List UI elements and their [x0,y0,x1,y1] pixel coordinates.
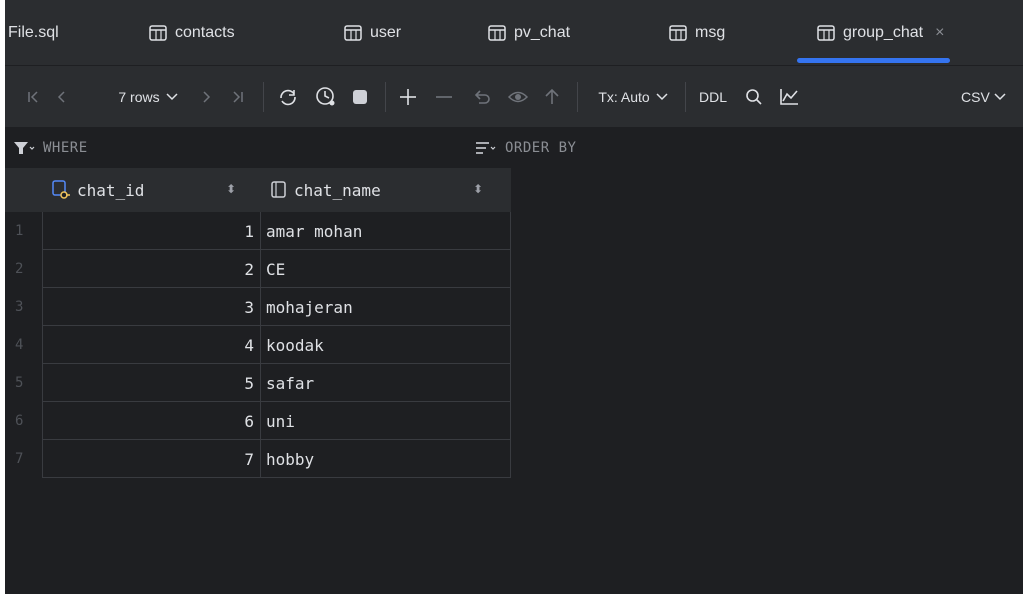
column-header-chat-name[interactable]: chat_name [270,168,381,212]
rows-count-label: 7 rows [118,89,160,105]
toolbar-separator [685,82,686,112]
grid-header: chat_id ⬍ chat_name ⬍ [5,168,511,212]
table-row[interactable]: 6 6 uni [5,402,511,440]
column-name: chat_id [77,180,145,200]
cell-chat-name[interactable]: koodak [261,326,511,364]
search-icon[interactable] [739,66,769,128]
export-format-label: CSV [961,89,990,105]
filter-icon [14,142,35,154]
cell-chat-id[interactable]: 3 [43,288,261,326]
cell-chat-id[interactable]: 4 [43,326,261,364]
chevron-down-icon [994,93,1006,101]
order-by-label: ORDER BY [505,140,577,156]
table-icon [817,25,835,41]
sort-lines-icon [476,142,496,154]
where-label: WHERE [43,140,88,156]
chart-icon[interactable] [773,66,805,128]
delete-row-icon[interactable] [429,66,459,128]
add-row-icon[interactable] [393,66,423,128]
last-page-icon[interactable] [227,66,249,128]
tab-file-sql[interactable]: File.sql [8,0,59,66]
tab-pv-chat[interactable]: pv_chat [488,0,570,66]
order-by-filter[interactable]: ORDER BY [475,128,576,168]
sort-toggle-icon[interactable]: ⬍ [473,182,483,196]
refresh-icon[interactable] [273,66,303,128]
row-number: 1 [5,212,43,250]
column-name: chat_name [294,180,381,200]
cell-chat-name[interactable]: CE [261,250,511,288]
tab-label: user [370,24,402,41]
where-filter[interactable]: WHERE [13,128,88,168]
row-number: 4 [5,326,43,364]
window-edge [0,0,5,594]
cell-chat-id[interactable]: 5 [43,364,261,402]
preview-changes-icon[interactable] [503,66,533,128]
row-divider [43,477,511,478]
toolbar-separator [263,82,264,112]
export-format-dropdown[interactable]: CSV [961,66,1021,128]
cell-chat-name[interactable]: uni [261,402,511,440]
tab-label: msg [695,24,726,41]
sort-toggle-icon[interactable]: ⬍ [226,182,236,196]
ddl-label: DDL [698,89,727,105]
tab-label: File.sql [8,24,59,41]
cell-chat-id[interactable]: 6 [43,402,261,440]
chevron-down-icon [166,93,178,101]
table-row[interactable]: 1 1 amar mohan [5,212,511,250]
stop-icon[interactable] [345,66,375,128]
filter-bar: WHERE ORDER BY [5,128,1023,168]
tab-label: pv_chat [514,24,571,41]
next-page-icon[interactable] [197,66,217,128]
row-number: 6 [5,402,43,440]
primary-key-icon [52,180,70,199]
column-icon [271,181,286,198]
editor-tab-bar: File.sql contacts user pv_chat msg group… [5,0,1023,66]
tab-msg[interactable]: msg [669,0,725,66]
table-row[interactable]: 2 2 CE [5,250,511,288]
row-number: 5 [5,364,43,402]
table-row[interactable]: 7 7 hobby [5,440,511,478]
table-row[interactable]: 3 3 mohajeran [5,288,511,326]
row-number: 3 [5,288,43,326]
cell-chat-id[interactable]: 7 [43,440,261,478]
toolbar-separator [385,82,386,112]
history-icon[interactable] [311,66,341,128]
tab-contacts[interactable]: contacts [149,0,235,66]
toolbar-separator [577,82,578,112]
table-icon [149,25,167,41]
tab-label: contacts [175,24,235,41]
tab-label: group_chat [843,24,924,41]
active-tab-indicator [797,58,951,63]
chevron-down-icon [656,93,668,101]
table-row[interactable]: 4 4 koodak [5,326,511,364]
revert-icon[interactable] [467,66,497,128]
table-icon [488,25,506,41]
column-header-chat-id[interactable]: chat_id [51,168,144,212]
transaction-mode-label: Tx: Auto [598,89,650,105]
table-icon [344,25,362,41]
cell-chat-name[interactable]: mohajeran [261,288,511,326]
close-tab-icon[interactable]: × [935,24,944,42]
cell-chat-id[interactable]: 1 [43,212,261,250]
data-toolbar: 7 rows Tx: Auto DDL CSV [5,66,1023,128]
table-row[interactable]: 5 5 safar [5,364,511,402]
first-page-icon[interactable] [23,66,43,128]
prev-page-icon[interactable] [51,66,71,128]
table-icon [669,25,687,41]
rows-count-dropdown[interactable]: 7 rows [107,66,189,128]
row-number: 7 [5,440,43,478]
ddl-button[interactable]: DDL [693,66,733,128]
tab-user[interactable]: user [344,0,401,66]
cell-chat-id[interactable]: 2 [43,250,261,288]
cell-chat-name[interactable]: safar [261,364,511,402]
cell-chat-name[interactable]: hobby [261,440,511,478]
submit-icon[interactable] [537,66,567,128]
row-number: 2 [5,250,43,288]
tab-group-chat[interactable]: group_chat × [797,0,951,66]
cell-chat-name[interactable]: amar mohan [261,212,511,250]
transaction-mode-dropdown[interactable]: Tx: Auto [587,66,679,128]
